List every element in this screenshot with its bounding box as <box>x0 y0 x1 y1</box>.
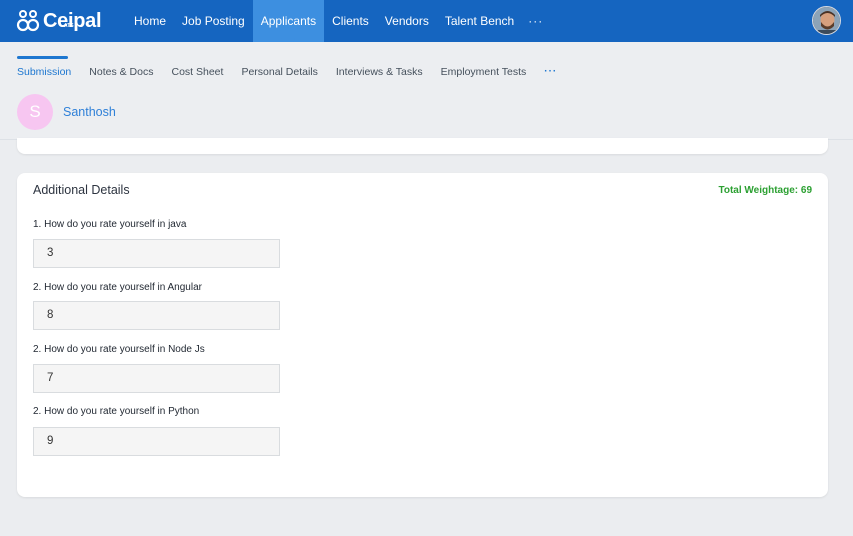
answer-field[interactable]: 9 <box>33 427 280 456</box>
top-navigation-bar: Ceipal ATS Home Job Posting Applicants C… <box>0 0 853 44</box>
tab-employment-tests[interactable]: Employment Tests <box>441 66 527 78</box>
brand-name: Ceipal <box>43 9 102 32</box>
question-label: 2. How do you rate yourself in Python <box>33 406 200 417</box>
brand-sub: ATS <box>64 23 74 29</box>
answer-field[interactable]: 3 <box>33 239 280 268</box>
card-title: Additional Details <box>33 183 130 197</box>
user-avatar[interactable] <box>812 6 841 35</box>
additional-details-card: Additional Details Total Weightage: 69 1… <box>17 173 828 497</box>
tab-interviews-tasks[interactable]: Interviews & Tasks <box>336 66 423 78</box>
tab-cost-sheet[interactable]: Cost Sheet <box>171 66 223 78</box>
answer-field[interactable]: 8 <box>33 301 280 330</box>
main-nav: Home Job Posting Applicants Clients Vend… <box>126 0 549 44</box>
nav-item-talent-bench[interactable]: Talent Bench <box>437 0 522 42</box>
nav-more-icon[interactable]: ··· <box>522 0 549 42</box>
ceipal-logo-icon <box>16 10 40 32</box>
nav-item-home[interactable]: Home <box>126 0 174 42</box>
question-label: 2. How do you rate yourself in Node Js <box>33 344 205 355</box>
candidate-name[interactable]: Santhosh <box>63 105 116 119</box>
tab-notes-docs[interactable]: Notes & Docs <box>89 66 153 78</box>
nav-item-applicants[interactable]: Applicants <box>252 0 325 44</box>
answer-field[interactable]: 7 <box>33 364 280 393</box>
user-photo-icon <box>813 7 840 34</box>
question-label: 2. How do you rate yourself in Angular <box>33 282 202 293</box>
nav-item-vendors[interactable]: Vendors <box>377 0 437 42</box>
tab-submission[interactable]: Submission <box>17 56 71 78</box>
subnav-more-icon[interactable]: ··· <box>544 66 557 78</box>
nav-item-job-posting[interactable]: Job Posting <box>174 0 253 42</box>
ceipal-logo[interactable]: Ceipal <box>16 6 102 36</box>
total-weightage: Total Weightage: 69 <box>718 185 812 196</box>
candidate-subnav: Submission Notes & Docs Cost Sheet Perso… <box>0 42 853 140</box>
subnav-tabs: Submission Notes & Docs Cost Sheet Perso… <box>17 56 557 78</box>
tab-personal-details[interactable]: Personal Details <box>241 66 317 78</box>
nav-item-clients[interactable]: Clients <box>324 0 377 42</box>
previous-card-bottom <box>17 138 828 154</box>
candidate-avatar: S <box>17 94 53 130</box>
question-label: 1. How do you rate yourself in java <box>33 219 187 230</box>
